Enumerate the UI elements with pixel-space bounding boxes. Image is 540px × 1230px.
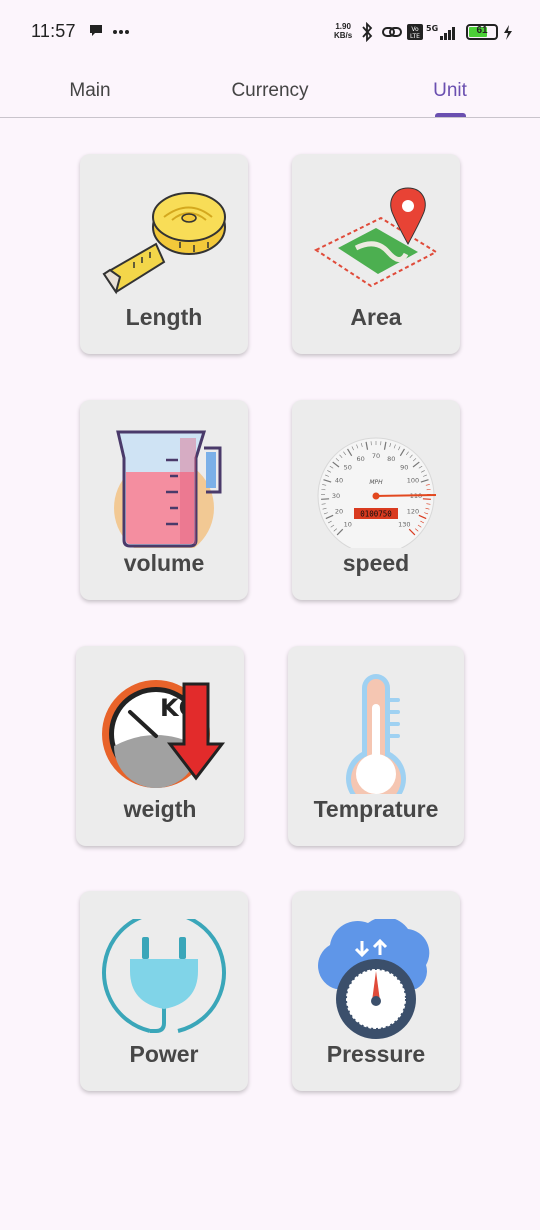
battery-level: 61: [476, 25, 488, 36]
tab-main[interactable]: Main: [0, 64, 180, 118]
unit-label-length: Length: [125, 304, 203, 330]
speedometer-scale-number: 80: [387, 455, 395, 463]
pressure-gauge-icon: [318, 919, 430, 1039]
thermometer-icon: [346, 674, 406, 794]
status-bar: 11:57 1.90 KB/s Vo LTE 5G 61: [0, 0, 540, 64]
unit-label-weight: weigth: [123, 796, 197, 822]
speedometer-scale-number: 50: [344, 464, 352, 472]
unit-label-temperature: Temprature: [313, 796, 439, 822]
chat-notification-icon: [90, 25, 102, 36]
unit-card-pressure[interactable]: Pressure: [292, 891, 460, 1091]
network-speed: 1.90 KB/s: [334, 22, 353, 40]
bluetooth-icon: [362, 22, 373, 42]
weight-scale-icon: KG: [102, 680, 226, 788]
link-icon: [382, 27, 402, 37]
speedometer-scale-number: 40: [335, 477, 343, 485]
unit-card-area[interactable]: Area: [292, 154, 460, 354]
power-plug-icon: [102, 919, 226, 1033]
speedometer-scale-number: 90: [400, 464, 408, 472]
speedometer-scale-number: 100: [407, 477, 419, 485]
svg-text:Vo: Vo: [411, 26, 419, 33]
unit-label-speed: speed: [342, 550, 410, 576]
unit-card-length[interactable]: Length: [80, 154, 248, 354]
speedometer-scale-number: 10: [344, 520, 352, 528]
speedometer-scale-number: 70: [372, 452, 380, 460]
measuring-jug-icon: [114, 430, 222, 548]
tab-bar: Main Currency Unit: [0, 64, 540, 118]
volte-icon: Vo LTE: [407, 24, 423, 40]
more-dots-icon: [113, 30, 129, 34]
battery-icon: 61: [466, 24, 498, 40]
charging-icon: [504, 25, 512, 40]
unit-label-area: Area: [350, 304, 402, 330]
unit-label-volume: volume: [123, 550, 205, 576]
svg-text:5G: 5G: [426, 24, 438, 33]
speedometer-scale-number: 20: [335, 507, 343, 515]
unit-label-pressure: Pressure: [326, 1041, 426, 1067]
speedometer-unit: MPH: [369, 479, 383, 486]
unit-card-speed[interactable]: 102030405060708090100110120130 MPH 01007…: [292, 400, 460, 600]
speedometer-scale-number: 120: [407, 507, 419, 515]
tab-currency[interactable]: Currency: [180, 64, 360, 118]
tab-indicator: [435, 113, 466, 117]
unit-card-weight[interactable]: KG weigth: [76, 646, 244, 846]
speedometer-icon: 102030405060708090100110120130 MPH 01007…: [317, 437, 437, 548]
speedometer-scale-number: 60: [357, 455, 365, 463]
svg-text:LTE: LTE: [410, 33, 420, 40]
speedometer-scale-number: 130: [398, 520, 410, 528]
map-pin-area-icon: [313, 187, 439, 288]
status-time: 11:57: [31, 21, 76, 41]
unit-card-volume[interactable]: volume: [80, 400, 248, 600]
speedometer-scale-number: 30: [332, 492, 340, 500]
unit-card-power[interactable]: Power: [80, 891, 248, 1091]
odometer-readout: 0100750: [360, 510, 392, 519]
tab-unit[interactable]: Unit: [360, 64, 540, 118]
unit-label-power: Power: [129, 1041, 199, 1067]
tape-measure-icon: [102, 192, 226, 295]
signal-5g-icon: 5G: [426, 24, 455, 40]
unit-card-temperature[interactable]: Temprature: [288, 646, 464, 846]
